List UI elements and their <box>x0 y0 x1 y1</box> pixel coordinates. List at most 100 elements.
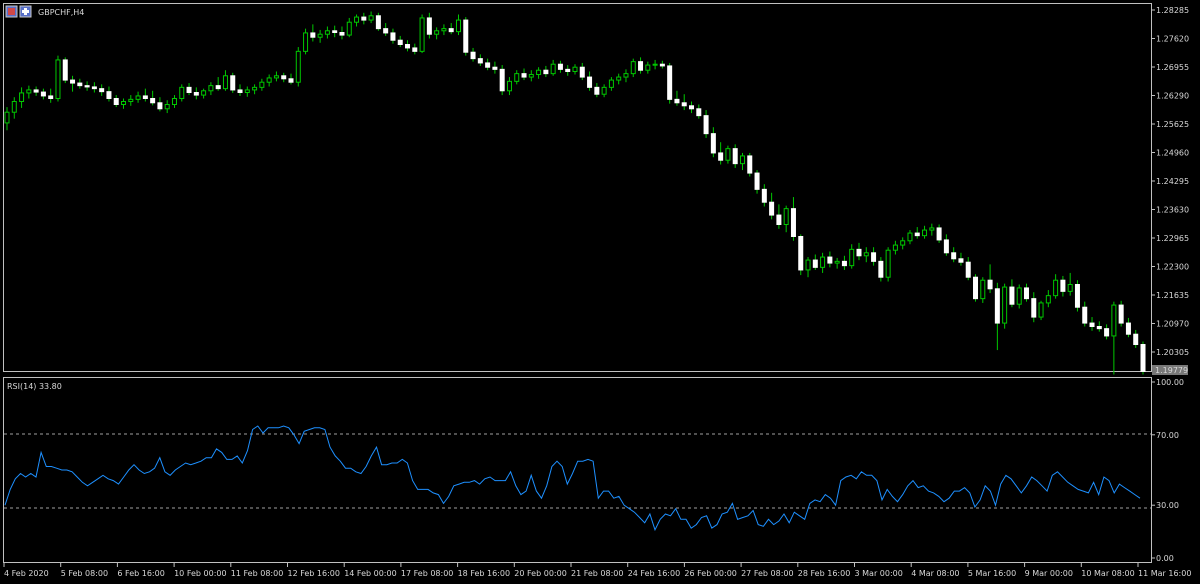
candle-body-bear <box>193 92 199 96</box>
candle-body-bull <box>616 76 622 81</box>
candle <box>40 88 46 100</box>
time-tick-label: 24 Feb 16:00 <box>628 569 680 578</box>
price-tick-label: 1.24960 <box>1156 149 1189 158</box>
candle-body-bear <box>492 66 498 70</box>
candle-body-bull <box>849 248 855 267</box>
candle <box>310 24 316 42</box>
candle-body-bull <box>608 79 614 88</box>
candle <box>84 81 90 91</box>
candle-body-bull <box>135 95 141 100</box>
candle <box>390 28 396 44</box>
candle-body-bear <box>871 252 877 262</box>
candle-body-bull <box>820 256 826 268</box>
candle <box>135 91 141 103</box>
candle <box>201 88 207 99</box>
candle-body-bull <box>266 77 272 83</box>
candle <box>1023 283 1029 302</box>
candle-body-bull <box>222 75 228 90</box>
candle <box>689 101 695 114</box>
candle-body-bear <box>70 79 76 84</box>
candle <box>426 12 432 39</box>
candle-body-bear <box>499 68 505 92</box>
candle-body-bear <box>1133 333 1139 346</box>
candle-body-bear <box>674 98 680 104</box>
candle <box>667 62 673 104</box>
candle-body-bear <box>1023 287 1029 300</box>
candle <box>295 47 301 87</box>
candle <box>208 82 214 96</box>
candle <box>332 25 338 38</box>
candle-body-bear <box>914 232 920 237</box>
price-pane-frame <box>3 3 1152 372</box>
candle-body-bear <box>790 208 796 237</box>
candle <box>696 104 702 119</box>
candle <box>477 54 483 66</box>
candle-body-bear <box>339 32 345 36</box>
candle-body-bull <box>929 227 935 231</box>
candle <box>19 87 25 108</box>
candle <box>1082 301 1088 327</box>
candle <box>805 257 811 278</box>
candle-body-bull <box>26 89 32 94</box>
candle-body-bear <box>841 260 847 267</box>
candle-body-bull <box>121 101 127 105</box>
candle <box>99 84 105 96</box>
candle <box>361 12 367 25</box>
candle <box>1104 324 1110 340</box>
time-tick-label: 14 Feb 00:00 <box>344 569 396 578</box>
candle-body-bear <box>812 259 818 268</box>
candle-body-bear <box>1104 328 1110 337</box>
current-price-marker: 1.19779 <box>1152 365 1188 375</box>
candle <box>142 88 148 102</box>
candle <box>1140 341 1146 375</box>
candle <box>812 254 818 270</box>
candle <box>1089 317 1095 331</box>
candle-body-bull <box>783 208 789 225</box>
candle-body-bear <box>565 68 571 72</box>
candle <box>885 247 891 282</box>
candle <box>965 257 971 281</box>
candle-body-bear <box>769 201 775 216</box>
candle <box>892 240 898 255</box>
candle <box>594 83 600 98</box>
candle <box>470 47 476 62</box>
candle-body-bull <box>324 30 330 35</box>
candle-body-bull <box>601 86 607 95</box>
candle-body-bear <box>1096 326 1102 330</box>
candle-body-bear <box>48 95 54 100</box>
candle-body-bear <box>973 276 979 300</box>
candle-body-bear <box>878 260 884 278</box>
candle-body-bull <box>630 61 636 75</box>
candle <box>448 23 454 35</box>
candle <box>128 95 134 106</box>
price-tick-label: 1.26290 <box>1156 92 1189 101</box>
candle <box>193 87 199 100</box>
candle-body-bear <box>477 58 483 64</box>
candle-body-bear <box>448 28 454 33</box>
candle <box>499 65 505 96</box>
candle-body-bull <box>354 16 360 23</box>
candle-body-bear <box>405 44 411 49</box>
candle <box>215 77 221 91</box>
chart-canvas[interactable]: GBPCHF,H4 1.282851.276201.269551.262901.… <box>0 0 1200 584</box>
candle <box>550 59 556 76</box>
time-tick-label: 27 Feb 08:00 <box>741 569 793 578</box>
price-tick-label: 1.22300 <box>1156 263 1189 272</box>
candle-body-bear <box>587 76 593 88</box>
candle <box>1096 321 1102 332</box>
candle-body-bear <box>186 86 192 93</box>
candle-body-bull <box>1002 286 1008 324</box>
candle-body-bear <box>689 105 695 110</box>
candle <box>638 57 644 74</box>
candle <box>368 11 374 24</box>
candle <box>419 14 425 54</box>
price-tick-label: 1.22965 <box>1156 234 1189 243</box>
candlestick-series <box>4 11 1146 375</box>
candle-body-bear <box>390 32 396 41</box>
candle <box>186 83 192 96</box>
candle-body-bull <box>179 86 185 99</box>
candle <box>783 205 789 233</box>
candle-body-bear <box>987 279 993 290</box>
price-tick-label: 1.23630 <box>1156 206 1189 215</box>
candle-body-bull <box>273 75 279 79</box>
